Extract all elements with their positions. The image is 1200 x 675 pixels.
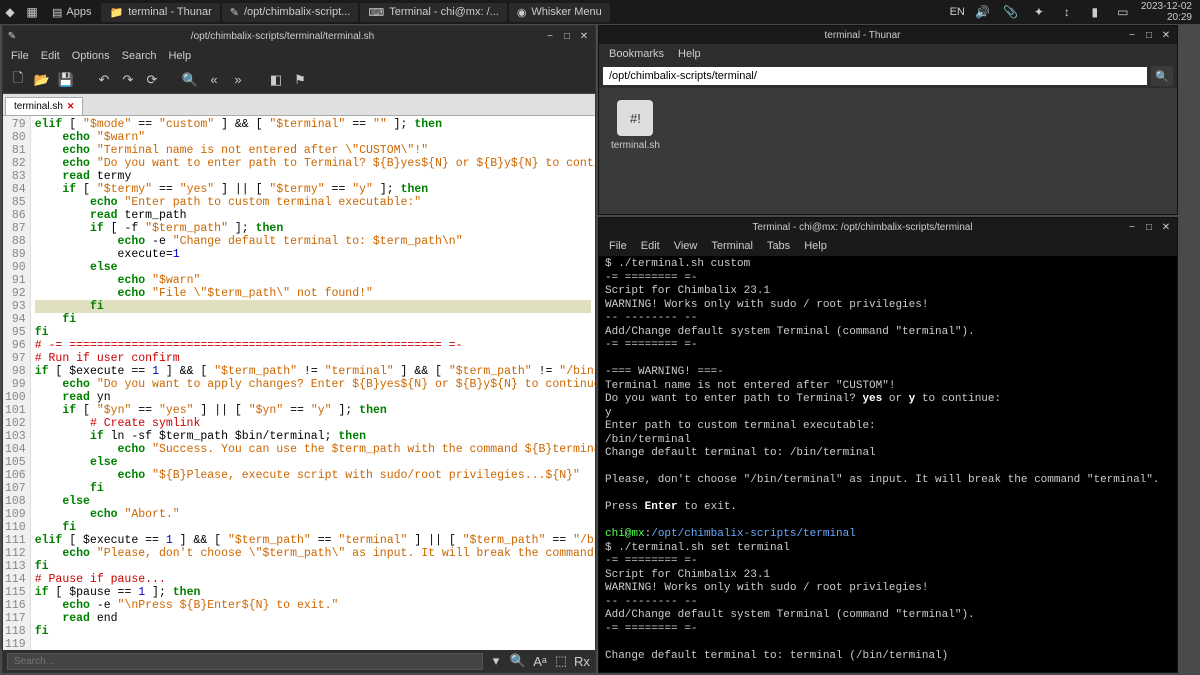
undo-icon[interactable]: ↶ (95, 71, 113, 89)
minimize-button[interactable]: − (1126, 222, 1138, 233)
apps-button[interactable]: ▤ Apps (44, 6, 99, 19)
taskbar: ◆ ▦ ▤ Apps 📁 terminal - Thunar ✎ /opt/chimb… (0, 0, 1200, 24)
search-go-icon[interactable]: 🔍 (509, 652, 527, 670)
app-icon: ⌨ (368, 6, 384, 19)
volume-icon[interactable]: 🔊 (973, 2, 993, 22)
new-file-icon[interactable]: 🗋 (9, 71, 27, 89)
terminal-title: Terminal - chi@mx: /opt/chimbalix-script… (599, 222, 1126, 233)
search-input[interactable] (7, 653, 483, 670)
editor-window: ✎ /opt/chimbalix-scripts/terminal/termin… (2, 25, 596, 673)
editor-tab-label: terminal.sh (14, 101, 63, 112)
app-icon: ◉ (517, 6, 527, 19)
thunar-body[interactable]: #! terminal.sh (599, 88, 1177, 214)
menu-item[interactable]: Options (72, 50, 110, 62)
terminal-titlebar[interactable]: Terminal - chi@mx: /opt/chimbalix-script… (599, 218, 1177, 236)
search-dropdown-icon[interactable]: ▾ (487, 652, 505, 670)
menu-item[interactable]: Terminal (711, 240, 753, 252)
editor-app-icon: ✎ (3, 31, 21, 42)
terminal-menubar: File Edit View Terminal Tabs Help (599, 236, 1177, 256)
terminal-window: Terminal - chi@mx: /opt/chimbalix-script… (598, 217, 1178, 673)
app-icon: 📁 (109, 6, 123, 19)
app-icon: ✎ (230, 6, 239, 19)
save-file-icon[interactable]: 💾 (57, 71, 75, 89)
tab-close-icon[interactable]: ✕ (67, 101, 75, 112)
minimize-button[interactable]: − (1126, 30, 1138, 41)
editor-tabs: terminal.sh ✕ (3, 94, 595, 116)
menu-item[interactable]: View (674, 240, 698, 252)
thunar-menubar: Bookmarks Help (599, 44, 1177, 64)
network-icon[interactable]: ↕ (1057, 2, 1077, 22)
line-gutter: 7980818283848586878889909192939495969798… (3, 116, 31, 650)
maximize-button[interactable]: □ (1143, 222, 1155, 233)
menu-item[interactable]: File (11, 50, 29, 62)
editor-tab[interactable]: terminal.sh ✕ (5, 97, 83, 115)
file-item[interactable]: #! terminal.sh (607, 96, 664, 155)
next-icon[interactable]: » (229, 71, 247, 89)
editor-title: /opt/chimbalix-scripts/terminal/terminal… (21, 31, 544, 42)
battery-icon[interactable]: ▮ (1085, 2, 1105, 22)
star-icon[interactable]: ✦ (1029, 2, 1049, 22)
regex-toggle-icon[interactable]: Rx (573, 652, 591, 670)
thunar-pathbar: /opt/chimbalix-scripts/terminal/ 🔍 (599, 64, 1177, 88)
menu-item[interactable]: Help (168, 50, 191, 62)
thunar-window: terminal - Thunar − □ ✕ Bookmarks Help /o… (598, 25, 1178, 215)
minimize-button[interactable]: − (544, 31, 556, 42)
case-toggle-icon[interactable]: Aᵃ (531, 652, 549, 670)
logo-icon[interactable]: ◆ (0, 2, 20, 22)
open-file-icon[interactable]: 📂 (33, 71, 51, 89)
file-name-label: terminal.sh (611, 140, 660, 151)
menu-item[interactable]: File (609, 240, 627, 252)
taskbar-item-label: /opt/chimbalix-script... (244, 6, 350, 18)
thunar-titlebar[interactable]: terminal - Thunar − □ ✕ (599, 26, 1177, 44)
sidebar-toggle-icon[interactable]: ◧ (267, 71, 285, 89)
prev-icon[interactable]: « (205, 71, 223, 89)
menu-item[interactable]: Bookmarks (609, 48, 664, 60)
editor-body[interactable]: 7980818283848586878889909192939495969798… (3, 116, 595, 650)
menu-item[interactable]: Search (122, 50, 157, 62)
menu-item[interactable]: Edit (641, 240, 660, 252)
close-button[interactable]: ✕ (1160, 222, 1172, 233)
editor-titlebar[interactable]: ✎ /opt/chimbalix-scripts/terminal/termin… (3, 26, 595, 46)
lang-indicator[interactable]: EN (950, 6, 965, 18)
menu-item[interactable]: Help (678, 48, 701, 60)
editor-toolbar: 🗋 📂 💾 ↶ ↷ ⟳ 🔍 « » ◧ ⚑ (3, 66, 595, 94)
reload-icon[interactable]: ⟳ (143, 71, 161, 89)
word-toggle-icon[interactable]: ⬚ (552, 652, 570, 670)
search-icon[interactable]: 🔍 (181, 71, 199, 89)
close-button[interactable]: ✕ (578, 31, 590, 42)
editor-menubar: File Edit Options Search Help (3, 46, 595, 66)
maximize-button[interactable]: □ (1143, 30, 1155, 41)
clock[interactable]: 2023-12-02 20:29 (1141, 1, 1192, 23)
taskbar-left: ◆ ▦ ▤ Apps 📁 terminal - Thunar ✎ /opt/chimb… (0, 2, 612, 22)
menu-item[interactable]: Tabs (767, 240, 790, 252)
taskbar-right: EN 🔊 📎 ✦ ↕ ▮ ▭ 2023-12-02 20:29 (950, 1, 1200, 23)
terminal-body[interactable]: $ ./terminal.sh custom-= ======== =-Scri… (599, 256, 1177, 672)
taskbar-item-label: terminal - Thunar (128, 6, 212, 18)
script-file-icon: #! (617, 100, 653, 136)
taskbar-item-label: Terminal - chi@mx: /... (389, 6, 499, 18)
redo-icon[interactable]: ↷ (119, 71, 137, 89)
search-button[interactable]: 🔍 (1151, 66, 1173, 86)
files-icon[interactable]: ▦ (22, 2, 42, 22)
editor-statusbar: ▾ 🔍 Aᵃ ⬚ Rx (3, 650, 595, 672)
clip-icon[interactable]: 📎 (1001, 2, 1021, 22)
bookmark-icon[interactable]: ⚑ (291, 71, 309, 89)
taskbar-item[interactable]: ◉ Whisker Menu (509, 3, 610, 22)
taskbar-item-label: Whisker Menu (531, 6, 601, 18)
menu-item[interactable]: Edit (41, 50, 60, 62)
path-input[interactable]: /opt/chimbalix-scripts/terminal/ (603, 67, 1147, 85)
code-area[interactable]: elif [ "$mode" == "custom" ] && [ "$term… (31, 116, 595, 650)
close-button[interactable]: ✕ (1160, 30, 1172, 41)
taskbar-item[interactable]: ⌨ Terminal - chi@mx: /... (360, 3, 506, 22)
taskbar-item[interactable]: ✎ /opt/chimbalix-script... (222, 3, 359, 22)
taskbar-item[interactable]: 📁 terminal - Thunar (101, 3, 219, 22)
maximize-button[interactable]: □ (561, 31, 573, 42)
menu-item[interactable]: Help (804, 240, 827, 252)
thunar-title: terminal - Thunar (599, 30, 1126, 41)
monitor-icon[interactable]: ▭ (1113, 2, 1133, 22)
